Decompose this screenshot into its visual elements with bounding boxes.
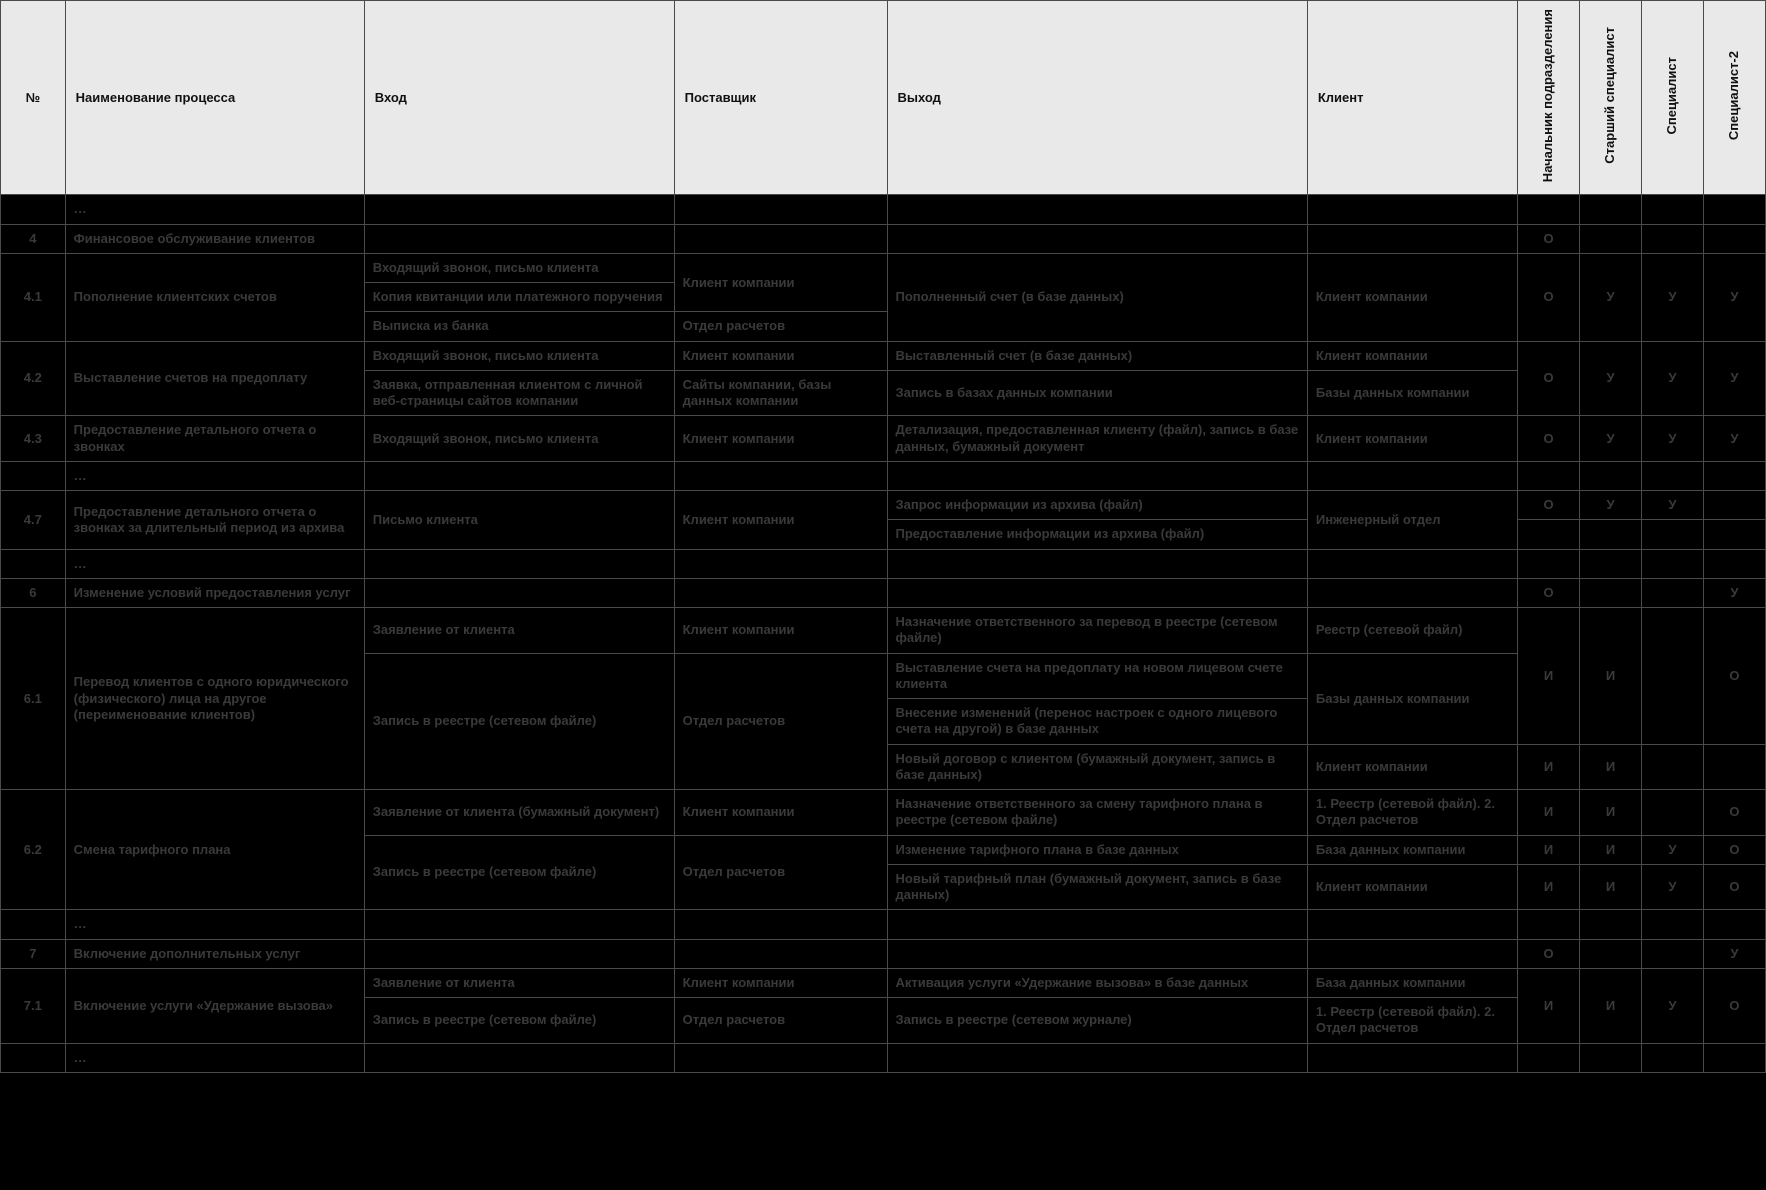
col-role-spec2: Специалист-2 [1703, 1, 1765, 195]
col-input: Вход [364, 1, 674, 195]
col-role-senior: Старший специалист [1580, 1, 1642, 195]
table-row: 4 Финансовое обслуживание клиентов О [1, 224, 1766, 253]
table-row: … [1, 549, 1766, 578]
table-row: 4.2 Выставление счетов на предоплату Вхо… [1, 341, 1766, 370]
table-row: … [1, 910, 1766, 939]
table-row: … [1, 1043, 1766, 1072]
table-row: 4.7 Предоставление детального отчета о з… [1, 491, 1766, 520]
col-output: Выход [887, 1, 1307, 195]
table-row: 4.3 Предоставление детального отчета о з… [1, 416, 1766, 462]
table-row: … [1, 461, 1766, 490]
table-row: 7.1 Включение услуги «Удержание вызова» … [1, 968, 1766, 997]
col-supplier: Поставщик [674, 1, 887, 195]
table-row: 4.1 Пополнение клиентских счетов Входящи… [1, 253, 1766, 282]
col-role-head: Начальник подразделения [1518, 1, 1580, 195]
header-row: № Наименование процесса Вход Поставщик В… [1, 1, 1766, 195]
table-row: 6 Изменение условий предоставления услуг… [1, 578, 1766, 607]
col-client: Клиент [1307, 1, 1517, 195]
table-row: 7 Включение дополнительных услуг О У [1, 939, 1766, 968]
process-table: № Наименование процесса Вход Поставщик В… [0, 0, 1766, 1073]
col-role-spec: Специалист [1641, 1, 1703, 195]
table-row: 6.1 Перевод клиентов с одного юридическо… [1, 608, 1766, 654]
table-row: … [1, 195, 1766, 224]
table-row: 6.2 Смена тарифного плана Заявление от к… [1, 790, 1766, 836]
col-number: № [1, 1, 66, 195]
col-name: Наименование процесса [65, 1, 364, 195]
